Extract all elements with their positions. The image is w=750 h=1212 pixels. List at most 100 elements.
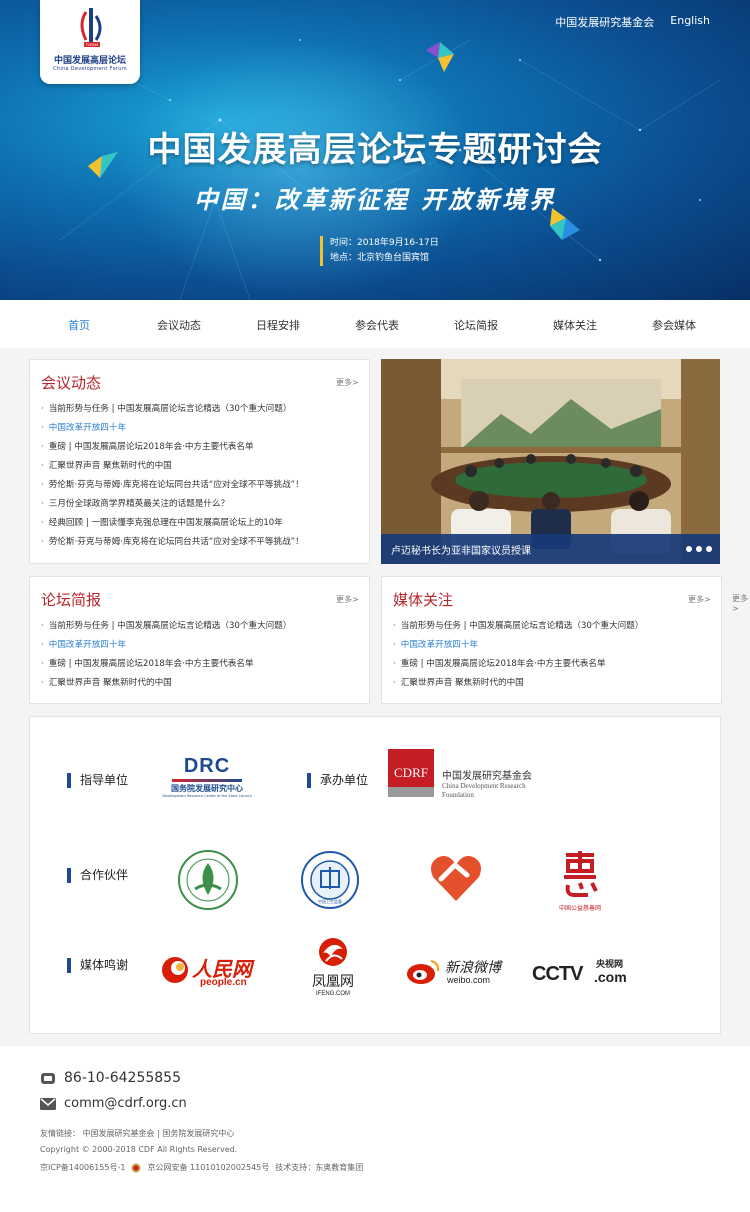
police-badge-icon <box>131 1163 141 1172</box>
logo-english-name: China Development Forum <box>53 66 127 72</box>
slider-caption[interactable]: 卢迈秘书长为亚非国家议员授课 <box>391 542 531 557</box>
overflow-more-link[interactable]: 更多> <box>732 593 750 613</box>
cctv-letters: CCTV <box>532 963 583 985</box>
footer-friend-links[interactable]: 友情链接： 中国发展研究基金会 | 国务院发展研究中心 <box>40 1128 234 1139</box>
main-nav: 首页 会议动态 日程安排 参会代表 论坛简报 媒体关注 参会媒体 <box>0 300 750 348</box>
footer-email[interactable]: comm@cdrf.org.cn <box>64 1096 187 1111</box>
media-list: 当前形势与任务 | 中国发展高层论坛言论精选（30个重大问题） 中国改革开放四十… <box>393 617 644 693</box>
partner-label: 合作伙伴 <box>67 868 128 883</box>
list-item[interactable]: 汇聚世界声音 聚焦新时代的中国 <box>41 457 304 476</box>
list-item[interactable]: 重磅 | 中国发展高层论坛2018年会·中方主要代表名单 <box>393 655 643 674</box>
charity-net-name: 中国公益慈善网 <box>558 905 601 912</box>
top-links: 中国发展研究基金会 English <box>555 14 710 30</box>
news-card: 会议动态 更多> 当前形势与任务 | 中国发展高层论坛言论精选（30个重大问题）… <box>29 359 370 564</box>
list-item[interactable]: 当前形势与任务 | 中国发展高层论坛言论精选（30个重大问题） <box>393 617 644 636</box>
cctv-logo[interactable]: CCTV 央视网 .com <box>532 955 642 991</box>
hero-banner: FORUM 中国发展高层论坛 China Development Forum 中… <box>0 0 750 300</box>
media-more-link[interactable]: 更多> <box>688 594 711 605</box>
cdrf-logo[interactable]: CDRF 中国发展研究基金会 China Development Researc… <box>388 749 538 799</box>
slider-dots <box>686 546 712 552</box>
drc-logo[interactable]: DRC 国务院发展研究中心 Development Research Cente… <box>162 755 252 803</box>
nav-schedule[interactable]: 日程安排 <box>256 317 300 333</box>
link-english[interactable]: English <box>670 14 710 30</box>
footer-copyright: Copyright © 2000-2018 CDF All Rights Res… <box>40 1145 238 1154</box>
nav-delegates[interactable]: 参会代表 <box>355 317 399 333</box>
cdrf-english-2: Foundation <box>442 791 474 799</box>
decor-triangle-icon <box>426 42 454 72</box>
health-center-text: 中国卫生监督 <box>318 898 342 904</box>
photo-slider[interactable]: 卢迈秘书长为亚非国家议员授课 <box>381 359 720 564</box>
health-center-logo[interactable]: 中国卫生监督 <box>300 849 360 911</box>
briefing-list: 当前形势与任务 | 中国发展高层论坛言论精选（30个重大问题） 中国改革开放四十… <box>41 617 292 693</box>
nav-meeting-news[interactable]: 会议动态 <box>157 317 201 333</box>
list-item[interactable]: 中国改革开放四十年 <box>393 636 643 655</box>
weibo-eye-icon <box>407 960 440 984</box>
footer-records: 京ICP备14006155号-1 京公网安备 11010102002545号 技… <box>40 1162 363 1173</box>
event-time: 时间：2018年9月16-17日 <box>330 238 439 248</box>
cdrf-abbr: CDRF <box>394 765 428 780</box>
slider-dot[interactable] <box>706 546 712 552</box>
media-card-title: 媒体关注 <box>393 591 454 609</box>
people-english: people.cn <box>200 977 247 988</box>
charity-heart-logo[interactable] <box>427 851 485 907</box>
list-item[interactable]: 重磅 | 中国发展高层论坛2018年会·中方主要代表名单 <box>41 438 304 457</box>
hero-title: 中国发展高层论坛专题研讨会 <box>147 130 603 170</box>
link-cdrf[interactable]: 中国发展研究基金会 <box>555 14 654 30</box>
list-item[interactable]: 中国改革开放四十年 <box>41 419 304 438</box>
cdrf-english-1: China Development Research <box>442 782 526 790</box>
list-item[interactable]: 重磅 | 中国发展高层论坛2018年会·中方主要代表名单 <box>41 655 291 674</box>
weibo-chinese: 新浪微博 <box>445 960 501 976</box>
mail-icon <box>40 1097 56 1110</box>
drc-name: 国务院发展研究中心 <box>171 784 243 793</box>
list-item[interactable]: 当前形势与任务 | 中国发展高层论坛言论精选（30个重大问题） <box>41 617 292 636</box>
event-place: 地点：北京钓鱼台国宾馆 <box>330 253 430 263</box>
nav-home[interactable]: 首页 <box>68 317 90 333</box>
news-card-title: 会议动态 <box>41 374 102 392</box>
slider-dot[interactable] <box>686 546 692 552</box>
briefing-more-link[interactable]: 更多> <box>336 594 359 605</box>
briefing-card: 论坛简报 更多> 当前形势与任务 | 中国发展高层论坛言论精选（30个重大问题）… <box>29 576 370 704</box>
ifeng-chinese: 凤凰网 <box>312 974 354 990</box>
ifeng-logo[interactable]: 凤凰网 IFENG.COM <box>302 937 364 999</box>
charity-character-icon <box>564 851 598 897</box>
list-item[interactable]: 劳伦斯·芬克与蒂姆·库克将在论坛同台共话“应对全球不平等挑战”！ <box>41 476 304 495</box>
slider-caption-bar: 卢迈秘书长为亚非国家议员授课 <box>381 534 720 564</box>
cdrf-chinese: 中国发展研究基金会 <box>442 771 532 782</box>
list-item[interactable]: 当前形势与任务 | 中国发展高层论坛言论精选（30个重大问题） <box>41 400 304 419</box>
forum-emblem-icon: FORUM <box>80 8 102 47</box>
footer-icp[interactable]: 京ICP备14006155号-1 <box>40 1162 125 1173</box>
slider-dot[interactable] <box>696 546 702 552</box>
drc-english: Development Research Center of the State… <box>162 794 252 798</box>
green-foundation-logo[interactable] <box>177 849 239 911</box>
footer-email-row: comm@cdrf.org.cn <box>40 1096 187 1111</box>
nav-briefing[interactable]: 论坛简报 <box>454 317 498 333</box>
people-logo[interactable]: 人民网 people.cn <box>160 951 255 991</box>
news-list: 当前形势与任务 | 中国发展高层论坛言论精选（30个重大问题） 中国改革开放四十… <box>41 400 304 552</box>
drc-rule <box>172 779 242 782</box>
logo-badge-text: FORUM <box>86 43 99 47</box>
site-logo[interactable]: FORUM 中国发展高层论坛 China Development Forum <box>40 0 140 84</box>
weibo-english: weibo.com <box>447 975 491 985</box>
ifeng-english: IFENG.COM <box>316 991 350 997</box>
footer-police[interactable]: 京公网安备 11010102002545号 <box>147 1162 269 1173</box>
footer-phone: 86-10-64255855 <box>64 1070 181 1086</box>
footer-phone-row: 86-10-64255855 <box>40 1070 181 1086</box>
list-item[interactable]: 汇聚世界声音 聚焦新时代的中国 <box>41 674 291 693</box>
weibo-logo[interactable]: 新浪微博 weibo.com <box>405 955 505 991</box>
list-item[interactable]: 汇聚世界声音 聚焦新时代的中国 <box>393 674 643 693</box>
host-unit-label: 承办单位 <box>307 773 368 788</box>
hero-slogan: 中国：改革新征程 开放新境界 <box>193 185 557 214</box>
nav-media[interactable]: 参会媒体 <box>652 317 696 333</box>
list-item[interactable]: 三月份全球政商学界精英最关注的话题是什么？ <box>41 495 304 514</box>
guide-unit-label: 指导单位 <box>67 773 128 788</box>
list-item[interactable]: 经典回顾 | 一图读懂李克强总理在中国发展高层论坛上的10年 <box>41 514 304 533</box>
site-footer: 86-10-64255855 comm@cdrf.org.cn 友情链接： 中国… <box>0 1046 750 1212</box>
sponsors-panel: 指导单位 承办单位 合作伙伴 媒体鸣谢 DRC 国务院发展研究中心 Develo… <box>29 716 721 1034</box>
news-more-link[interactable]: 更多> <box>336 377 359 388</box>
ifeng-phoenix-icon <box>319 938 347 966</box>
list-item[interactable]: 中国改革开放四十年 <box>41 636 291 655</box>
nav-media-focus[interactable]: 媒体关注 <box>553 317 597 333</box>
charity-net-logo[interactable]: 中国公益慈善网 <box>545 849 615 913</box>
drc-abbr: DRC <box>183 755 231 777</box>
list-item[interactable]: 劳伦斯·芬克与蒂姆·库克将在论坛同台共话“应对全球不平等挑战”！ <box>41 533 304 552</box>
